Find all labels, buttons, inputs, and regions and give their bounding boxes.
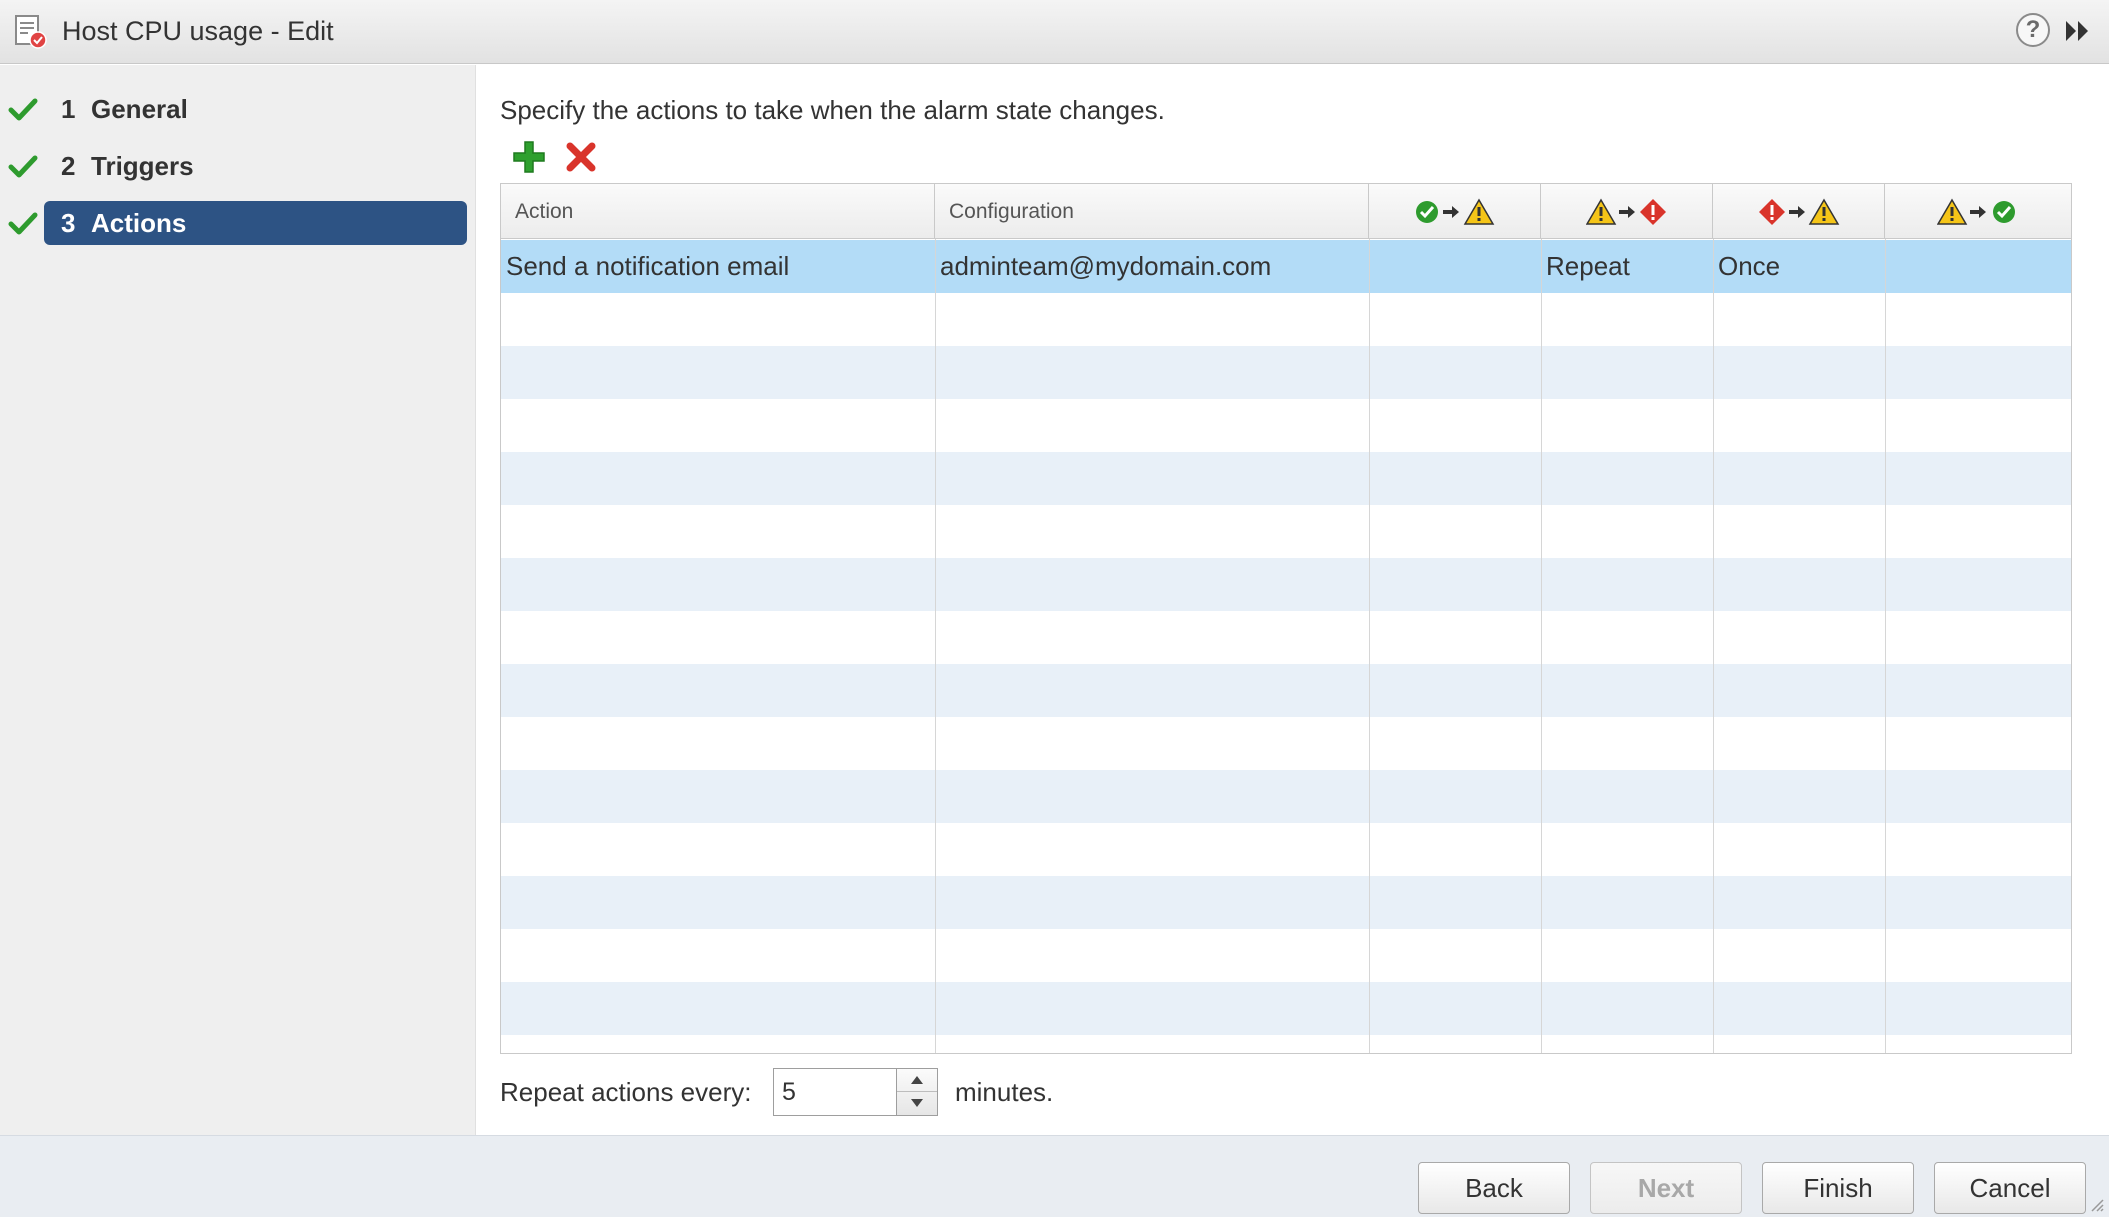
dialog-title: Host CPU usage - Edit (62, 16, 334, 46)
warning-to-critical-icon (1585, 198, 1666, 225)
cell-critical-to-warning[interactable]: Once (1713, 240, 1885, 293)
column-header-action[interactable]: Action (501, 184, 935, 239)
help-button[interactable]: ? (2016, 13, 2050, 47)
title-bar: Host CPU usage - Edit ? (0, 0, 2109, 64)
empty-row (501, 876, 2071, 929)
column-divider (935, 239, 936, 1053)
empty-row (501, 505, 2071, 558)
empty-row (501, 346, 2071, 399)
empty-row (501, 664, 2071, 717)
ok-to-warning-icon (1415, 198, 1494, 225)
column-divider (1885, 239, 1886, 1053)
empty-row (501, 558, 2071, 611)
step-number: 2 (61, 151, 76, 181)
column-divider (1369, 239, 1370, 1053)
add-icon[interactable] (511, 139, 547, 175)
step-label: Actions (91, 208, 187, 238)
cell-warning-to-ok[interactable] (1885, 240, 2071, 293)
spin-up-button[interactable] (897, 1069, 937, 1092)
empty-row (501, 982, 2071, 1035)
column-header-ok-to-warning[interactable] (1369, 184, 1541, 239)
column-divider (1713, 239, 1714, 1053)
table-row[interactable]: Send a notification email adminteam@mydo… (501, 240, 2071, 293)
step-general[interactable]: 1 General (0, 87, 476, 133)
empty-row (501, 293, 2071, 346)
empty-row (501, 823, 2071, 876)
collapse-icon[interactable] (2062, 18, 2094, 44)
spin-down-button[interactable] (897, 1092, 937, 1115)
actions-panel: Specify the actions to take when the ala… (477, 65, 2109, 1135)
step-label: Triggers (91, 151, 194, 181)
alarm-edit-dialog: Host CPU usage - Edit ? 1 General 2 Trigge… (0, 0, 2109, 1217)
resize-grip-icon[interactable] (2088, 1196, 2104, 1212)
next-button[interactable]: Next (1590, 1162, 1742, 1214)
empty-row (501, 452, 2071, 505)
step-triggers[interactable]: 2 Triggers (0, 144, 476, 190)
wizard-steps: 1 General 2 Triggers 3 Actions (0, 65, 476, 1135)
cell-action: Send a notification email (506, 251, 790, 281)
empty-row (501, 399, 2071, 452)
critical-to-warning-icon (1758, 198, 1839, 225)
step-actions[interactable]: 3 Actions (0, 201, 476, 247)
repeat-interval-stepper (896, 1068, 938, 1116)
step-number: 3 (61, 208, 76, 238)
check-icon (8, 212, 38, 235)
step-number: 1 (61, 94, 76, 124)
column-header-warning-to-ok[interactable] (1885, 184, 2071, 239)
back-button[interactable]: Back (1418, 1162, 1570, 1214)
repeat-actions-label: Repeat actions every: (500, 1077, 752, 1107)
remove-icon[interactable] (565, 141, 597, 173)
minutes-label: minutes. (955, 1077, 1054, 1107)
actions-table: Action Configuration Send a notification… (500, 183, 2072, 1054)
column-header-warning-to-critical[interactable] (1541, 184, 1713, 239)
cell-warning-to-critical[interactable]: Repeat (1541, 240, 1713, 293)
column-header-configuration[interactable]: Configuration (935, 184, 1369, 239)
alarm-definition-icon (15, 15, 47, 49)
check-icon (8, 155, 38, 178)
empty-row (501, 717, 2071, 770)
column-header-critical-to-warning[interactable] (1713, 184, 1885, 239)
dialog-footer: Back Next Finish Cancel (0, 1135, 2109, 1217)
empty-row (501, 611, 2071, 664)
check-icon (8, 98, 38, 121)
cell-configuration: adminteam@mydomain.com (940, 251, 1272, 281)
column-divider (1541, 239, 1542, 1053)
table-header: Action Configuration (501, 184, 2071, 239)
cancel-button[interactable]: Cancel (1934, 1162, 2086, 1214)
step-label: General (91, 94, 188, 124)
empty-row (501, 929, 2071, 982)
instructions-text: Specify the actions to take when the ala… (500, 95, 1165, 125)
empty-row (501, 770, 2071, 823)
finish-button[interactable]: Finish (1762, 1162, 1914, 1214)
warning-to-ok-icon (1937, 198, 2015, 225)
cell-ok-to-warning[interactable] (1369, 240, 1541, 293)
